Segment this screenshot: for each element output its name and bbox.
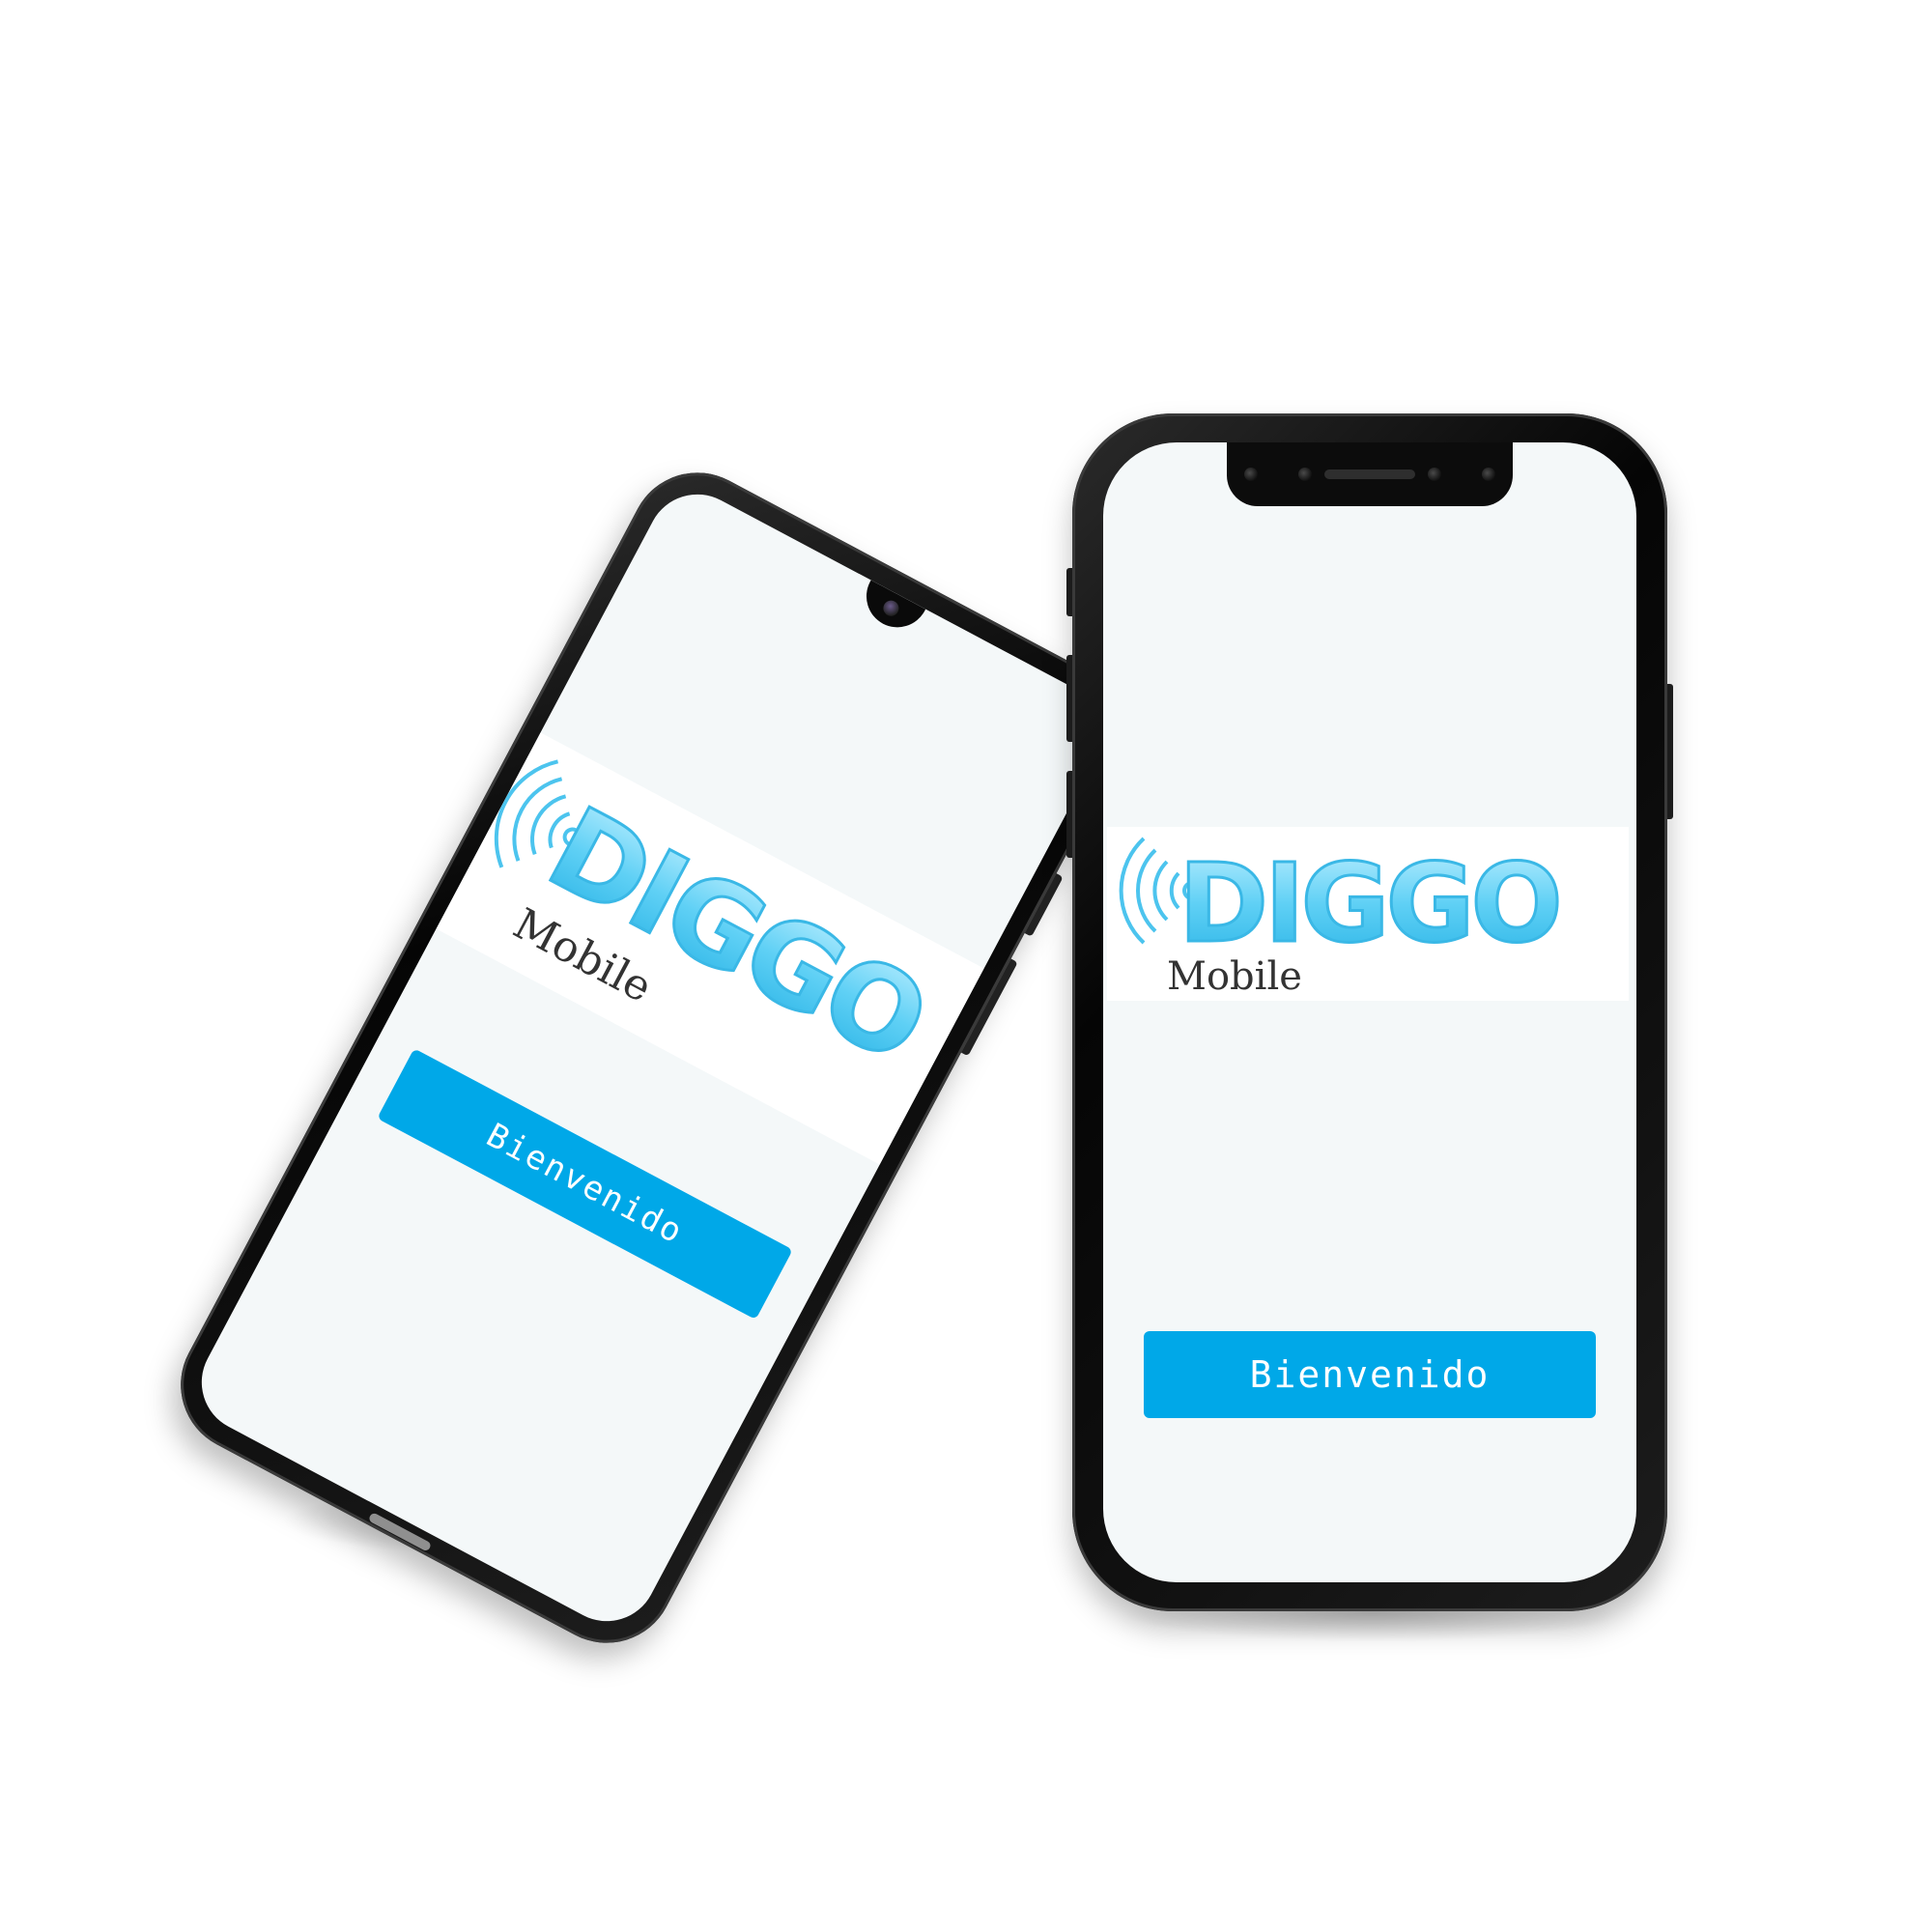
brand-logo: DIGGO Mobile bbox=[1107, 827, 1629, 1001]
welcome-button-label: Bienvenido bbox=[1249, 1353, 1491, 1396]
mockup-scene: DIGGO Mobile Bienvenido DIGGO Mobile Bie… bbox=[0, 0, 1932, 1932]
earpiece-speaker bbox=[1324, 469, 1415, 479]
phone-screen: DIGGO Mobile Bienvenido bbox=[184, 476, 1121, 1639]
phone-screen: DIGGO Mobile Bienvenido bbox=[1103, 442, 1636, 1582]
teardrop-notch bbox=[855, 580, 926, 639]
sensor-dot bbox=[1482, 468, 1495, 481]
brand-primary-text: DIGGO bbox=[1179, 841, 1559, 967]
front-camera-icon bbox=[1298, 468, 1312, 481]
diggo-logo: DIGGO Mobile bbox=[1119, 837, 1564, 999]
brand-secondary-text: Mobile bbox=[1167, 954, 1302, 999]
silent-switch bbox=[1066, 568, 1072, 616]
volume-down-button bbox=[1066, 771, 1072, 858]
upright-phone: DIGGO Mobile Bienvenido bbox=[1066, 413, 1673, 1611]
brand-logo: DIGGO Mobile bbox=[436, 732, 984, 1165]
power-button bbox=[1667, 684, 1673, 819]
sensor-dot bbox=[1428, 468, 1441, 481]
welcome-button[interactable]: Bienvenido bbox=[1144, 1331, 1596, 1418]
diggo-logo: DIGGO Mobile bbox=[494, 759, 948, 1089]
welcome-button[interactable]: Bienvenido bbox=[377, 1048, 793, 1321]
volume-button bbox=[1024, 873, 1064, 937]
volume-up-button bbox=[1066, 655, 1072, 742]
sensor-notch bbox=[1227, 442, 1513, 506]
welcome-button-label: Bienvenido bbox=[479, 1116, 691, 1253]
sensor-dot bbox=[1244, 468, 1258, 481]
tilted-phone: DIGGO Mobile Bienvenido bbox=[156, 448, 1148, 1667]
front-camera-icon bbox=[880, 597, 902, 619]
